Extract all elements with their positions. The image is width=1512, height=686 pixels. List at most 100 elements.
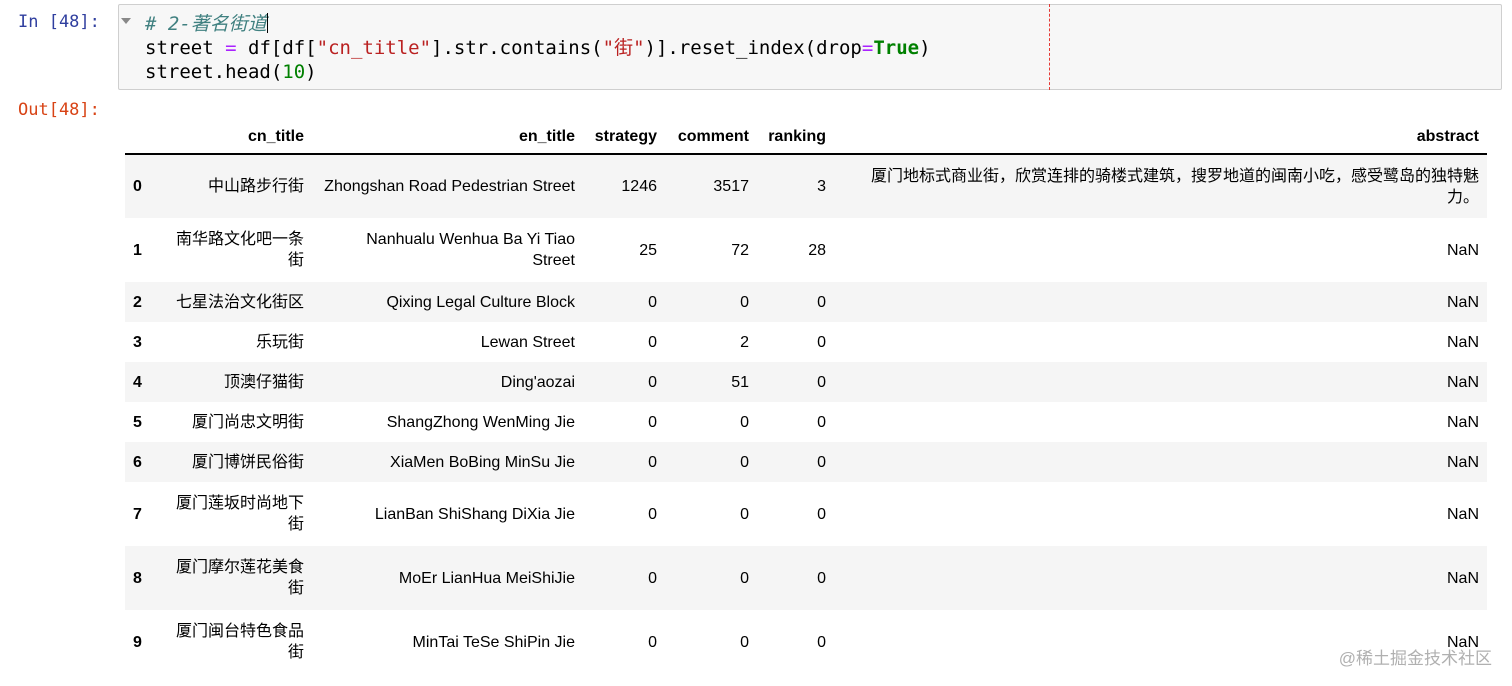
cell-comment: 0 — [740, 505, 749, 523]
cell-abstract: NaN — [1446, 505, 1479, 523]
cell-comment: 0 — [740, 413, 749, 431]
cell-ranking: 0 — [817, 633, 826, 651]
line-length-ruler — [1049, 4, 1050, 90]
cell-abstract: NaN — [1446, 453, 1479, 471]
dataframe-output: cn_title en_title strategy comment ranki… — [125, 120, 1487, 674]
code-token: df[df[ — [248, 37, 317, 59]
code-token: ) — [919, 37, 931, 59]
row-index: 5 — [133, 413, 142, 431]
cell-en-title: XiaMen BoBing MinSu Jie — [390, 453, 575, 471]
code-token: )].reset_index(drop — [644, 37, 862, 59]
code-string: "街" — [602, 37, 645, 59]
table-row: 4 顶澳仔猫街 Ding'aozai 0 51 0 NaN — [125, 362, 1487, 402]
cell-en-title: Lewan Street — [480, 333, 575, 351]
code-editor[interactable]: # 2-著名街道 street = df[df["cn_title"].str.… — [145, 12, 931, 84]
watermark: @稀土掘金技术社区 — [1338, 649, 1492, 668]
column-header-cn-title: cn_title — [165, 120, 312, 155]
cell-cn-title: 中山路步行街 — [207, 178, 304, 195]
table-row: 5 厦门尚忠文明街 ShangZhong WenMing Jie 0 0 0 N… — [125, 402, 1487, 442]
cell-strategy: 0 — [648, 413, 657, 431]
cell-cn-title: 七星法治文化街区 — [175, 293, 304, 311]
cell-abstract: NaN — [1446, 333, 1479, 351]
table-row: 7 厦门莲坂时尚地下街 LianBan ShiShang DiXia Jie 0… — [125, 482, 1487, 546]
cell-en-title: Nanhualu Wenhua Ba Yi Tiao Street — [366, 231, 575, 269]
cell-comment: 2 — [740, 333, 749, 351]
row-index: 8 — [133, 569, 142, 587]
cell-comment: 72 — [731, 241, 749, 259]
cell-ranking: 0 — [817, 413, 826, 431]
input-prompt: In [48]: — [18, 12, 100, 32]
table-row: 6 厦门博饼民俗街 XiaMen BoBing MinSu Jie 0 0 0 … — [125, 442, 1487, 482]
code-comment: # 2-著名街道 — [145, 13, 267, 35]
cell-strategy: 0 — [648, 569, 657, 587]
code-operator: = — [861, 37, 874, 59]
row-index: 7 — [133, 505, 142, 523]
row-index: 0 — [133, 178, 142, 195]
cell-cn-title: 厦门闽台特色食品街 — [175, 623, 304, 661]
code-token: street.head( — [145, 61, 283, 83]
dataframe-table: cn_title en_title strategy comment ranki… — [125, 120, 1487, 674]
cell-strategy: 0 — [648, 373, 657, 391]
cell-ranking: 0 — [817, 569, 826, 587]
cell-en-title: Qixing Legal Culture Block — [386, 293, 575, 311]
text-cursor — [266, 13, 268, 33]
cell-en-title: LianBan ShiShang DiXia Jie — [374, 505, 575, 523]
cell-comment: 0 — [740, 569, 749, 587]
cell-en-title: Ding'aozai — [500, 373, 575, 391]
cell-cn-title: 乐玩街 — [255, 333, 304, 351]
cell-abstract: NaN — [1446, 569, 1479, 587]
table-row: 3 乐玩街 Lewan Street 0 2 0 NaN — [125, 322, 1487, 362]
row-index: 1 — [133, 241, 142, 259]
code-token: ) — [305, 61, 317, 83]
table-row: 8 厦门摩尔莲花美食街 MoEr LianHua MeiShiJie 0 0 0… — [125, 546, 1487, 610]
column-header-ranking: ranking — [757, 120, 834, 155]
cell-comment: 3517 — [713, 178, 749, 195]
table-row: 9 厦门闽台特色食品街 MinTai TeSe ShiPin Jie 0 0 0… — [125, 610, 1487, 674]
column-header-strategy: strategy — [583, 120, 665, 155]
cell-cn-title: 厦门博饼民俗街 — [191, 453, 304, 471]
cell-cn-title: 厦门莲坂时尚地下街 — [175, 495, 304, 533]
row-index: 2 — [133, 293, 142, 311]
cell-strategy: 0 — [648, 453, 657, 471]
table-row: 1 南华路文化吧一条街 Nanhualu Wenhua Ba Yi Tiao S… — [125, 218, 1487, 282]
cell-abstract: NaN — [1446, 373, 1479, 391]
cell-en-title: ShangZhong WenMing Jie — [386, 413, 575, 431]
cell-comment: 51 — [731, 373, 749, 391]
cell-abstract: 厦门地标式商业街，欣赏连排的骑楼式建筑，搜罗地道的闽南小吃，感受鹭岛的独特魅力。 — [870, 167, 1479, 206]
cell-comment: 0 — [740, 293, 749, 311]
cell-strategy: 0 — [648, 505, 657, 523]
cell-en-title: MinTai TeSe ShiPin Jie — [412, 633, 575, 651]
cell-cn-title: 厦门尚忠文明街 — [191, 413, 304, 431]
code-operator: = — [225, 37, 237, 59]
row-index: 4 — [133, 373, 142, 391]
cell-ranking: 0 — [817, 453, 826, 471]
cell-strategy: 25 — [639, 241, 657, 259]
cell-strategy: 0 — [648, 293, 657, 311]
cell-ranking: 28 — [808, 241, 826, 259]
row-index: 3 — [133, 333, 142, 351]
column-header-comment: comment — [665, 120, 757, 155]
cell-ranking: 0 — [817, 333, 826, 351]
code-token: ].str.contains( — [431, 37, 603, 59]
cell-cn-title: 顶澳仔猫街 — [223, 373, 304, 391]
row-index: 9 — [133, 633, 142, 651]
row-index: 6 — [133, 453, 142, 471]
collapse-arrow-icon[interactable] — [121, 18, 131, 24]
table-row: 0 中山路步行街 Zhongshan Road Pedestrian Stree… — [125, 154, 1487, 218]
column-header-index — [125, 120, 165, 155]
cell-abstract: NaN — [1446, 413, 1479, 431]
code-token: street — [145, 37, 214, 59]
cell-ranking: 0 — [817, 373, 826, 391]
cell-cn-title: 南华路文化吧一条街 — [175, 231, 304, 269]
cell-cn-title: 厦门摩尔莲花美食街 — [175, 559, 304, 597]
cell-ranking: 0 — [817, 293, 826, 311]
code-keyword: True — [873, 37, 920, 59]
code-number: 10 — [282, 61, 306, 83]
cell-comment: 0 — [740, 453, 749, 471]
cell-strategy: 1246 — [621, 178, 657, 195]
column-header-abstract: abstract — [834, 120, 1487, 155]
cell-strategy: 0 — [648, 633, 657, 651]
cell-strategy: 0 — [648, 333, 657, 351]
cell-abstract: NaN — [1446, 293, 1479, 311]
cell-comment: 0 — [740, 633, 749, 651]
